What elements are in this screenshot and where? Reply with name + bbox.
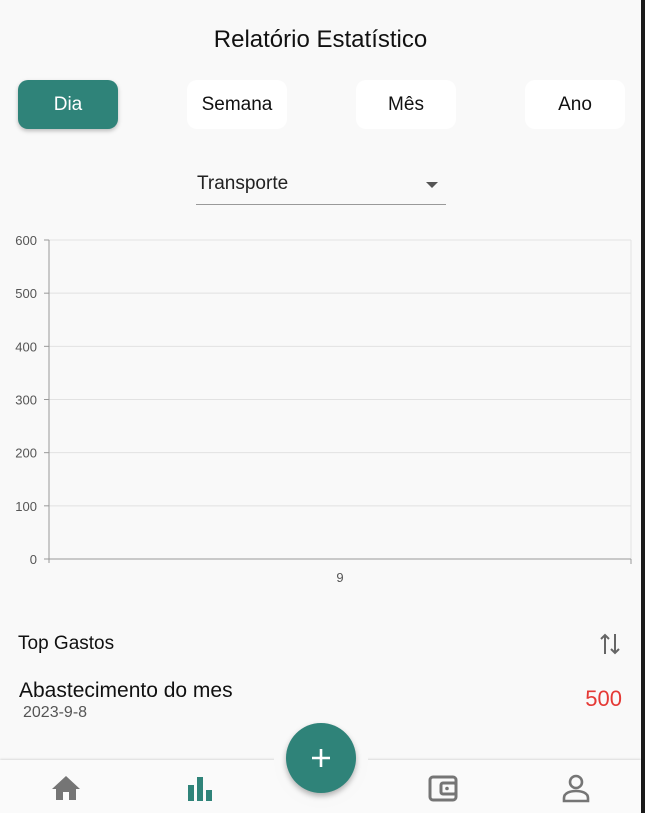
nav-home[interactable] [46,768,86,808]
chart-y-tick-label: 200 [15,446,37,461]
wallet-icon [428,775,458,802]
tab-dia[interactable]: Dia [18,80,118,129]
tab-semana[interactable]: Semana [187,80,287,129]
chart-y-tick-label: 400 [15,339,37,354]
tab-mes[interactable]: Mês [356,80,456,129]
expense-item-amount: 500 [585,686,622,711]
window-edge [641,0,645,813]
chart-y-tick-label: 0 [30,552,37,567]
home-icon [52,776,80,800]
expense-chart: 0 100 200 300 400 500 600 9 [15,233,632,585]
tab-ano[interactable]: Ano [525,80,625,129]
plus-icon [312,749,330,767]
expense-item-title: Abastecimento do mes [19,679,233,702]
add-expense-button[interactable] [286,723,356,793]
dropdown-arrow-icon [426,182,438,188]
chart-y-tick-label: 100 [15,499,37,514]
chart-y-tick-label: 600 [15,233,37,248]
top-expenses-title: Top Gastos [18,633,115,654]
bar-chart-icon [188,777,212,801]
sort-arrows-icon[interactable] [598,630,622,658]
nav-wallet[interactable] [423,768,463,808]
category-dropdown-value: Transporte [197,173,289,194]
category-dropdown[interactable]: Transporte [196,170,446,205]
page-title: Relatório Estatístico [213,26,428,53]
chart-x-tick-label: 9 [336,570,343,585]
nav-stats[interactable] [180,768,220,808]
nav-profile[interactable] [556,768,596,808]
chart-y-tick-label: 500 [15,286,37,301]
user-icon [562,774,590,803]
expense-item-date: 2023-9-8 [23,704,88,721]
chart-y-tick-label: 300 [15,393,37,408]
